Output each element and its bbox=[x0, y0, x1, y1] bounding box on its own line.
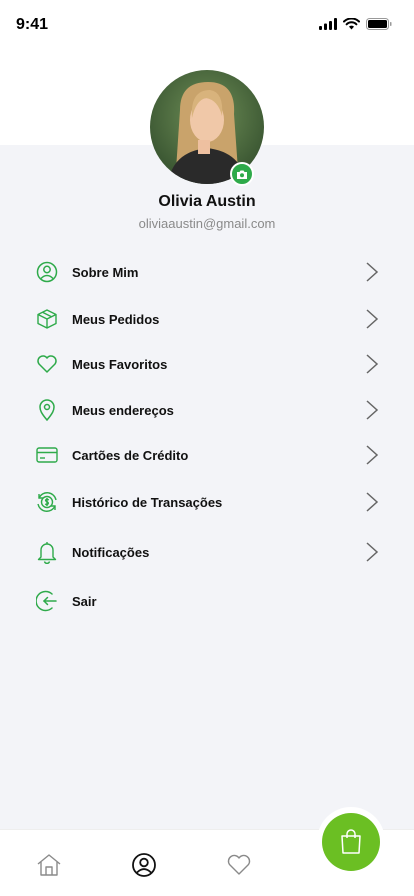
menu-label: Histórico de Transações bbox=[72, 494, 223, 510]
chevron-right-icon bbox=[366, 542, 379, 562]
favorites-nav-icon[interactable] bbox=[226, 852, 252, 878]
menu-item-meus-favoritos[interactable]: Meus Favoritos bbox=[0, 342, 414, 386]
chevron-right-icon bbox=[366, 400, 379, 420]
menu-label: Sobre Mim bbox=[72, 264, 139, 280]
credit-card-icon bbox=[35, 443, 59, 467]
menu-item-meus-enderecos[interactable]: Meus endereços bbox=[0, 388, 414, 432]
status-bar: 9:41 bbox=[0, 0, 414, 50]
battery-icon bbox=[366, 18, 392, 30]
menu-item-meus-pedidos[interactable]: Meus Pedidos bbox=[0, 297, 414, 341]
chevron-right-icon bbox=[366, 309, 379, 329]
menu-item-cartoes-de-credito[interactable]: Cartões de Crédito bbox=[0, 433, 414, 477]
status-time: 9:41 bbox=[16, 16, 49, 33]
menu-item-notificacoes[interactable]: Notificações bbox=[0, 530, 414, 574]
change-photo-button[interactable] bbox=[230, 162, 254, 186]
user-circle-icon bbox=[35, 260, 59, 284]
menu-item-sobre-mim[interactable]: Sobre Mim bbox=[0, 250, 414, 294]
menu-label: Meus Favoritos bbox=[72, 356, 168, 372]
transaction-history-icon bbox=[35, 490, 59, 514]
profile-email: oliviaaustin@gmail.com bbox=[138, 216, 276, 231]
avatar-wrapper bbox=[150, 70, 264, 186]
profile-name: Olivia Austin bbox=[158, 193, 256, 210]
menu-label: Cartões de Crédito bbox=[72, 447, 189, 463]
chevron-right-icon bbox=[366, 445, 379, 465]
menu-label: Sair bbox=[72, 593, 97, 609]
signal-icon bbox=[319, 18, 337, 30]
chevron-right-icon bbox=[366, 262, 379, 282]
menu-label: Meus Pedidos bbox=[72, 311, 160, 327]
heart-icon bbox=[35, 352, 59, 376]
logout-icon bbox=[35, 589, 59, 613]
wifi-icon bbox=[343, 18, 360, 30]
menu-item-historico-de-transacoes[interactable]: Histórico de Transações bbox=[0, 480, 414, 524]
bell-icon bbox=[35, 540, 59, 564]
menu-label: Meus endereços bbox=[72, 402, 174, 418]
chevron-right-icon bbox=[366, 354, 379, 374]
cart-button[interactable] bbox=[322, 813, 380, 871]
home-icon[interactable] bbox=[36, 852, 62, 878]
chevron-right-icon bbox=[366, 492, 379, 512]
status-icons bbox=[319, 18, 392, 30]
shopping-bag-icon bbox=[341, 829, 361, 854]
package-icon bbox=[35, 307, 59, 331]
menu-item-sair[interactable]: Sair bbox=[0, 579, 414, 623]
map-pin-icon bbox=[35, 398, 59, 422]
menu-label: Notificações bbox=[72, 544, 150, 560]
camera-icon bbox=[237, 170, 247, 179]
profile-nav-icon[interactable] bbox=[131, 852, 157, 878]
